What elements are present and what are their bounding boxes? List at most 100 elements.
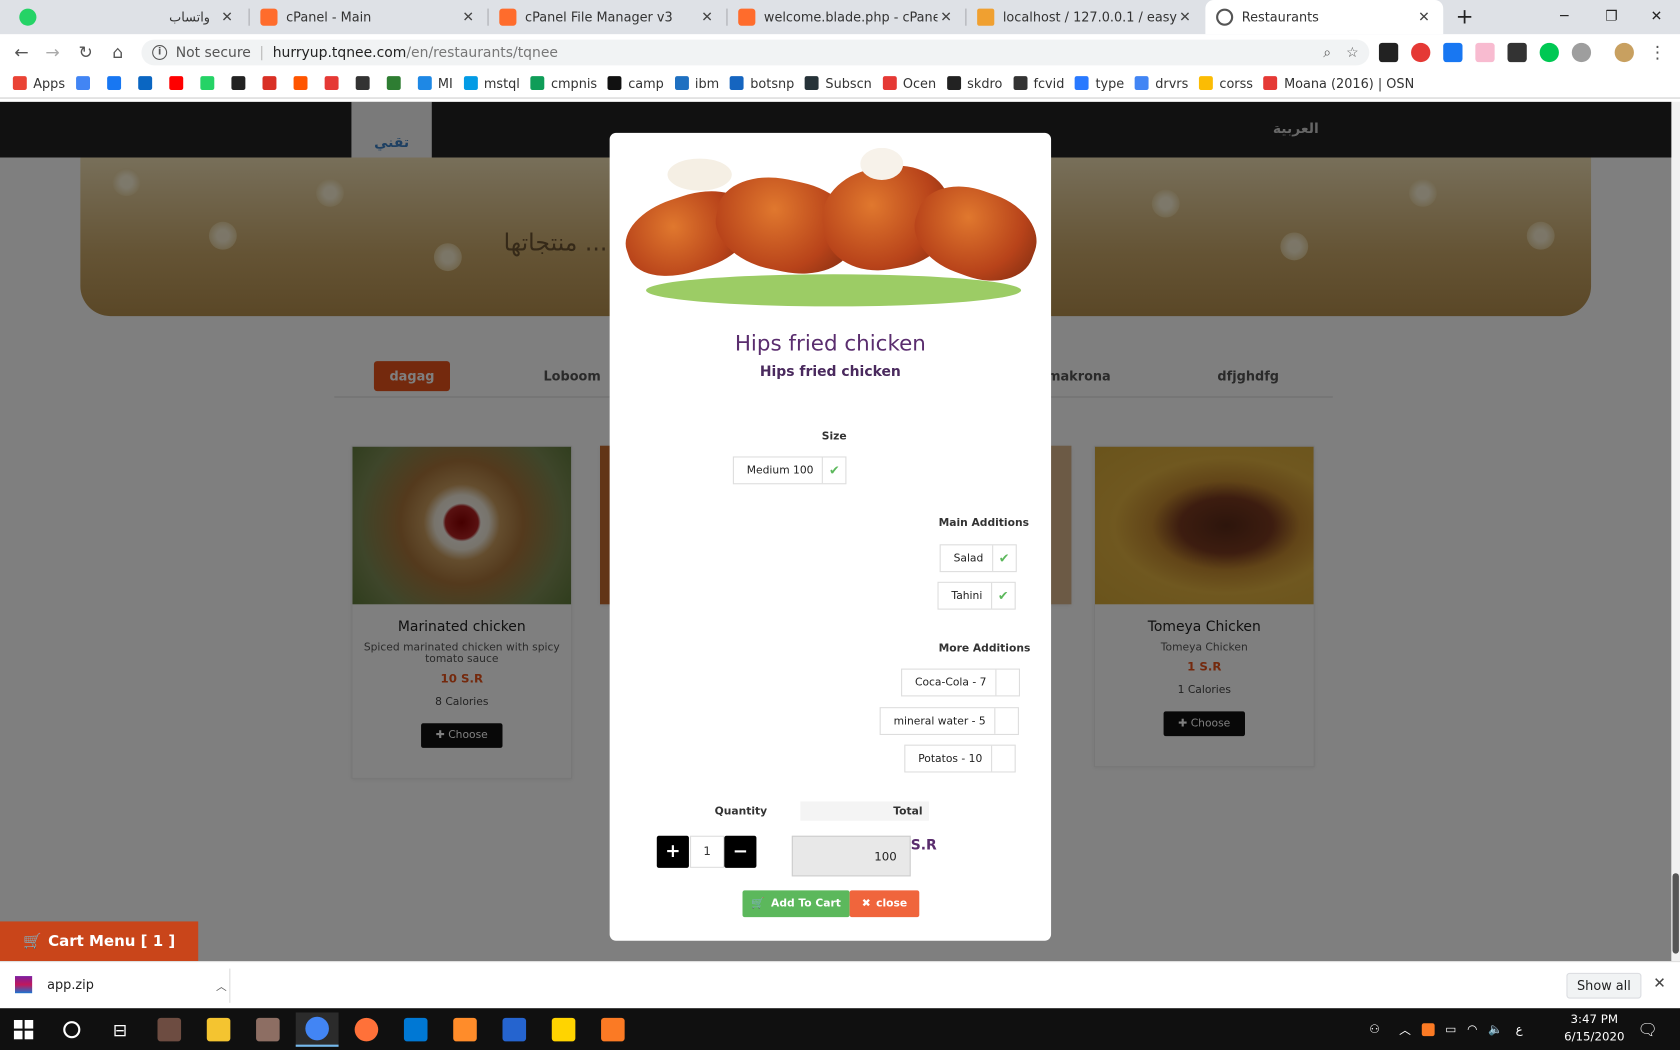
bookmark-item[interactable]: drvrs	[1134, 76, 1188, 91]
taskbar-app-sublime-merge[interactable]	[444, 1013, 487, 1047]
close-tab-icon[interactable]: ✕	[1415, 9, 1432, 25]
addition-option-potatos[interactable]: Potatos - 10	[904, 744, 1016, 773]
tab-phpmyadmin[interactable]: localhost / 127.0.0.1 / easy_menu ✕	[966, 0, 1204, 34]
checkbox-empty[interactable]	[994, 708, 1018, 734]
tab-welcome-blade[interactable]: welcome.blade.php - cPanel File ✕	[728, 0, 966, 34]
taskbar-app-sticky-notes[interactable]	[542, 1013, 585, 1047]
bookmark-item[interactable]	[200, 76, 220, 91]
profile-avatar[interactable]	[1614, 42, 1634, 63]
close-tab-icon[interactable]: ✕	[938, 9, 955, 25]
taskbar-app-xampp[interactable]	[591, 1013, 634, 1047]
bookmark-item[interactable]	[386, 76, 406, 91]
bookmark-item[interactable]: type	[1075, 76, 1124, 91]
addition-option-salad[interactable]: Salad ✔	[939, 544, 1017, 573]
bookmark-star-icon[interactable]: ☆	[1346, 44, 1358, 60]
close-tab-icon[interactable]: ✕	[1176, 9, 1193, 25]
bookmark-item[interactable]: corss	[1199, 76, 1253, 91]
extension-icon[interactable]	[1571, 42, 1592, 63]
bookmark-item[interactable]	[75, 76, 96, 91]
battery-icon[interactable]: ▭	[1445, 1022, 1456, 1036]
forward-icon[interactable]: →	[41, 40, 65, 64]
bookmark-item[interactable]	[355, 76, 375, 91]
taskbar-app-video-editor[interactable]	[246, 1013, 289, 1047]
addition-option-tahini[interactable]: Tahini ✔	[937, 581, 1016, 610]
addition-option-coca-cola[interactable]: Coca-Cola - 7	[901, 668, 1020, 697]
chevron-up-icon[interactable]: ︿	[1399, 1021, 1411, 1038]
reload-icon[interactable]: ↻	[74, 40, 98, 64]
extension-icon[interactable]	[1539, 42, 1559, 63]
close-downloads-bar-icon[interactable]: ✕	[1653, 975, 1666, 992]
extension-icon[interactable]	[1378, 42, 1399, 63]
checkbox-empty[interactable]	[995, 669, 1019, 696]
close-tab-icon[interactable]: ✕	[699, 9, 716, 25]
task-view-button[interactable]: ⊟	[99, 1013, 142, 1047]
show-all-downloads-button[interactable]: Show all	[1566, 972, 1642, 999]
start-button[interactable]	[2, 1013, 45, 1047]
bookmark-item[interactable]: fcvid	[1013, 76, 1064, 91]
people-icon[interactable]: ⚇	[1369, 1022, 1380, 1036]
cart-menu-button[interactable]: 🛒 Cart Menu [ 1 ]	[0, 921, 199, 962]
minimize-button[interactable]: ─	[1541, 0, 1588, 32]
page-scrollbar[interactable]	[1671, 101, 1680, 962]
new-tab-button[interactable]: +	[1449, 0, 1481, 32]
home-icon[interactable]: ⌂	[106, 40, 130, 64]
menu-kebab-icon[interactable]: ⋮	[1648, 42, 1667, 62]
bookmark-item[interactable]	[293, 76, 313, 91]
close-tab-icon[interactable]: ✕	[460, 9, 477, 25]
bookmark-item[interactable]	[324, 76, 344, 91]
restore-button[interactable]: ❐	[1588, 0, 1635, 32]
wifi-icon[interactable]: ◠	[1467, 1022, 1477, 1036]
search-button[interactable]	[50, 1013, 93, 1047]
input-language-indicator[interactable]: ع	[1516, 1022, 1523, 1036]
taskbar-app-photos[interactable]	[148, 1013, 191, 1047]
add-to-cart-button[interactable]: 🛒 Add To Cart	[742, 890, 850, 918]
close-window-button[interactable]: ✕	[1633, 0, 1680, 32]
xampp-tray-icon[interactable]	[1421, 1022, 1435, 1036]
bookmark-item[interactable]: MI	[417, 76, 453, 91]
close-tab-icon[interactable]: ✕	[219, 9, 236, 25]
checkmark-icon[interactable]: ✔	[991, 545, 1016, 572]
extension-icon[interactable]	[1507, 42, 1527, 63]
tab-whatsapp[interactable]: واتساب ✕	[9, 0, 247, 34]
bookmark-item[interactable]: cmpnis	[530, 76, 597, 91]
info-icon[interactable]: i	[152, 45, 168, 61]
taskbar-app-file-explorer[interactable]	[197, 1013, 240, 1047]
extension-icon[interactable]	[1475, 42, 1495, 63]
tab-restaurants[interactable]: Restaurants ✕	[1205, 0, 1444, 35]
adblock-icon[interactable]	[1411, 42, 1431, 63]
bookmark-item[interactable]: Subscn	[805, 76, 872, 91]
tab-cpanel-main[interactable]: cPanel - Main ✕	[250, 0, 488, 34]
quantity-input[interactable]: 1	[690, 835, 725, 868]
taskbar-app-todo[interactable]	[493, 1013, 536, 1047]
quantity-decrease-button[interactable]: −	[724, 835, 757, 868]
bookmark-item[interactable]: skdro	[946, 76, 1002, 91]
bookmark-item[interactable]	[168, 76, 189, 91]
bookmark-item[interactable]: Ocen	[882, 76, 936, 91]
taskbar-app-chrome[interactable]	[295, 1012, 339, 1047]
bookmark-item[interactable]	[231, 76, 251, 91]
bookmark-item[interactable]: ibm	[674, 76, 719, 91]
bookmark-item[interactable]	[106, 76, 127, 91]
back-icon[interactable]: ←	[10, 40, 34, 64]
checkbox-empty[interactable]	[990, 745, 1015, 772]
bookmark-item[interactable]	[137, 76, 158, 91]
tab-cpanel-file-manager[interactable]: cPanel File Manager v3 ✕	[489, 0, 727, 34]
size-option-medium[interactable]: Medium 100 ✔	[732, 456, 847, 485]
close-modal-button[interactable]: ✖ close	[849, 890, 920, 918]
bookmark-item[interactable]: mstql	[463, 76, 520, 91]
bookmark-item[interactable]: Apps	[12, 76, 65, 91]
bookmark-item[interactable]: botsnp	[729, 76, 794, 91]
bookmark-item[interactable]	[262, 76, 282, 91]
clock[interactable]: 3:47 PM 6/15/2020	[1562, 1011, 1626, 1045]
zoom-icon[interactable]: ⌕	[1323, 44, 1331, 60]
quantity-increase-button[interactable]: +	[656, 835, 689, 868]
taskbar-app-firefox[interactable]	[345, 1013, 388, 1047]
taskbar-app-vscode[interactable]	[394, 1013, 437, 1047]
checkmark-icon[interactable]: ✔	[822, 457, 846, 484]
volume-icon[interactable]: 🔈	[1488, 1022, 1503, 1036]
checkmark-icon[interactable]: ✔	[990, 582, 1015, 609]
addition-option-mineral-water[interactable]: mineral water - 5	[879, 707, 1019, 736]
facebook-extension-icon[interactable]	[1443, 42, 1463, 63]
chevron-up-icon[interactable]: ︿	[216, 977, 227, 993]
bookmark-item[interactable]: camp	[607, 76, 664, 91]
